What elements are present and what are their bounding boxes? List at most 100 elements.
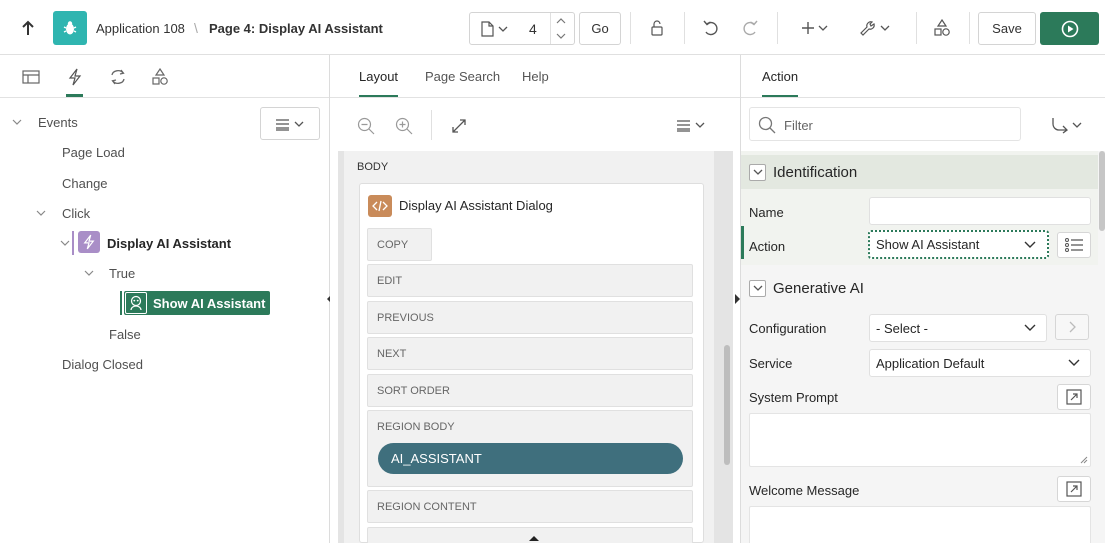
layout-canvas: BODY Display AI Assistant Dialog COPY ED…	[338, 151, 733, 543]
canvas-scrollbar[interactable]	[724, 345, 730, 465]
filter-field[interactable]: Filter	[749, 107, 1021, 141]
required-marker	[741, 226, 744, 259]
tree-node-dynamic-action[interactable]: Display AI Assistant	[107, 231, 231, 255]
application-icon[interactable]	[53, 11, 87, 45]
rendering-icon	[22, 69, 40, 84]
processing-icon	[111, 69, 125, 84]
chevron-down-icon	[753, 285, 762, 291]
redo-button[interactable]	[736, 14, 764, 42]
position-label: COPY	[377, 239, 409, 251]
page-number-input[interactable]: 4	[529, 21, 537, 37]
chevron-down-icon[interactable]	[12, 117, 22, 127]
utilities-menu-button[interactable]	[855, 14, 895, 42]
tab-rendering[interactable]	[17, 55, 45, 98]
page-up-icon[interactable]	[556, 17, 566, 25]
property-scrollbar[interactable]	[1099, 151, 1105, 231]
tree-node-label: Change	[62, 175, 108, 191]
ai-assistant-item[interactable]: AI_ASSISTANT	[378, 443, 683, 474]
tree-menu-button[interactable]	[260, 107, 320, 140]
expand-button[interactable]	[445, 112, 473, 140]
tree-node-change[interactable]: Change	[62, 171, 108, 195]
configuration-goto-button[interactable]	[1055, 314, 1089, 340]
tree-node-true[interactable]: True	[109, 261, 135, 285]
tree-node-dialog-closed[interactable]: Dialog Closed	[62, 352, 143, 376]
collapse-toggle[interactable]	[749, 279, 766, 297]
body-label: BODY	[357, 161, 389, 173]
service-select[interactable]: Application Default	[869, 349, 1091, 377]
zoom-in-button[interactable]	[390, 112, 418, 140]
hamburger-icon	[677, 120, 705, 132]
tree-node-action-selected[interactable]: Show AI Assistant	[124, 291, 270, 315]
tab-layout[interactable]: Layout	[359, 69, 399, 97]
filter-placeholder: Filter	[784, 118, 813, 133]
active-tab-indicator	[66, 94, 83, 97]
name-input[interactable]	[869, 197, 1091, 225]
left-pane-tabs	[0, 55, 329, 98]
chevron-down-icon[interactable]	[36, 208, 46, 218]
shared-components-button[interactable]	[928, 14, 956, 42]
layout-menu-button[interactable]	[674, 112, 710, 140]
action-select[interactable]: Show AI Assistant	[868, 230, 1049, 259]
configuration-value: - Select -	[876, 320, 929, 336]
chevron-down-icon	[498, 26, 508, 32]
system-prompt-label: System Prompt	[749, 390, 838, 405]
position-edit[interactable]: EDIT	[367, 264, 693, 297]
resize-handle-icon[interactable]	[1080, 456, 1088, 464]
create-menu-button[interactable]	[795, 14, 835, 42]
position-label: REGION CONTENT	[377, 501, 477, 513]
code-icon	[372, 200, 388, 211]
undo-icon	[703, 20, 718, 36]
tab-processing[interactable]	[104, 55, 132, 98]
position-label: EDIT	[377, 275, 403, 287]
position-sort-order[interactable]: SORT ORDER	[367, 374, 693, 407]
generative-ai-header[interactable]: Generative AI	[741, 271, 1098, 305]
collapse-toggle[interactable]	[749, 163, 766, 181]
position-next[interactable]: NEXT	[367, 337, 693, 370]
application-link[interactable]: Application 108	[96, 21, 185, 36]
system-prompt-expand-button[interactable]	[1057, 384, 1091, 410]
page-selector[interactable]: 4	[469, 12, 575, 45]
tree-node-label: True	[109, 265, 136, 281]
chevron-down-icon[interactable]	[84, 268, 94, 278]
go-button[interactable]: Go	[579, 12, 621, 45]
goto-group-button[interactable]	[1047, 111, 1087, 139]
identification-header[interactable]: Identification	[741, 155, 1098, 189]
position-region-content[interactable]: REGION CONTENT	[367, 490, 693, 523]
page-down-icon[interactable]	[556, 32, 566, 40]
save-button[interactable]: Save	[978, 12, 1036, 45]
system-prompt-textarea[interactable]	[749, 413, 1091, 467]
zoom-out-button[interactable]	[352, 112, 380, 140]
position-label: SORT ORDER	[377, 385, 450, 397]
position-previous[interactable]: PREVIOUS	[367, 301, 693, 334]
lock-button[interactable]	[643, 14, 671, 42]
welcome-message-textarea[interactable]	[749, 506, 1091, 543]
page-title: Page 4: Display AI Assistant	[209, 21, 383, 36]
tree-node-false[interactable]: False	[109, 322, 141, 346]
position-copy[interactable]: COPY	[367, 228, 432, 261]
tree-node-click[interactable]: Click	[62, 201, 90, 225]
tree-node-page-load[interactable]: Page Load	[62, 140, 125, 164]
chevron-down-icon	[1024, 241, 1036, 248]
welcome-message-expand-button[interactable]	[1057, 476, 1091, 502]
chevron-right-icon	[1069, 321, 1076, 333]
undo-button[interactable]	[697, 14, 725, 42]
configuration-label: Configuration	[749, 321, 827, 336]
configuration-select[interactable]: - Select -	[869, 314, 1047, 342]
tree-node-label: Display AI Assistant	[107, 235, 232, 251]
run-button[interactable]	[1040, 12, 1099, 45]
scroll-up-icon[interactable]	[529, 535, 539, 541]
tab-dynamic-actions[interactable]	[61, 55, 89, 98]
up-arrow-button[interactable]	[14, 14, 42, 42]
tab-action[interactable]: Action	[762, 69, 799, 97]
tab-shared-components[interactable]	[146, 55, 174, 98]
chevron-down-icon[interactable]	[60, 238, 70, 248]
tree-node-events[interactable]: Events	[38, 110, 78, 134]
tab-help[interactable]: Help	[522, 69, 549, 84]
breadcrumb-separator: \	[194, 20, 198, 36]
region-header[interactable]: Display AI Assistant Dialog	[360, 189, 698, 222]
tab-page-search[interactable]: Page Search	[425, 69, 500, 84]
lightning-icon	[83, 234, 95, 250]
tree-node-label: Show AI Assistant	[153, 295, 266, 311]
action-list-button[interactable]	[1057, 232, 1091, 258]
tree-node-label: Page Load	[62, 144, 125, 160]
